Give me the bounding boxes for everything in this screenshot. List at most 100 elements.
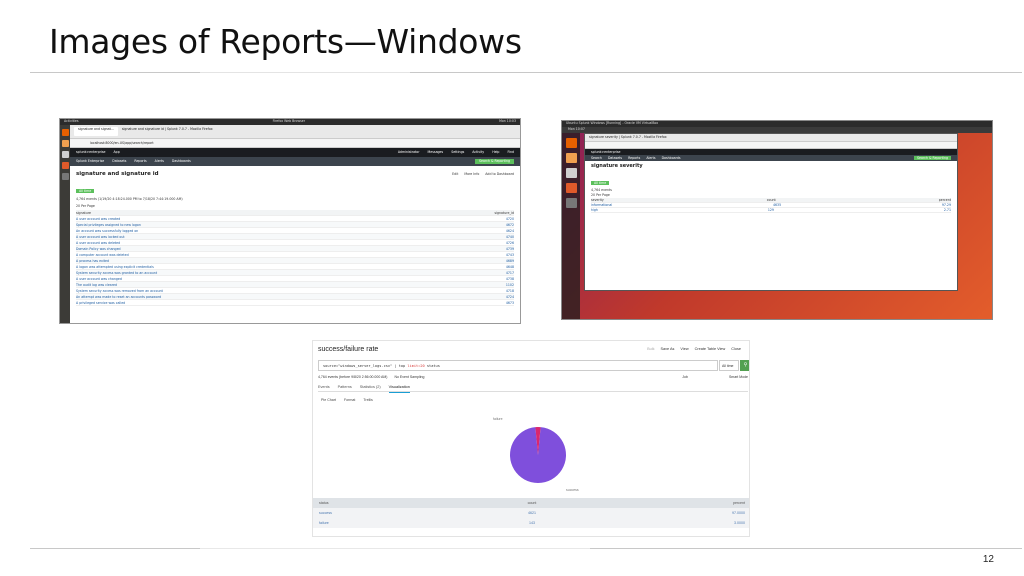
report-table-body: A user account was created 4720 Special pr… xyxy=(76,216,514,306)
column-header: count xyxy=(766,198,776,202)
table-cell: 4624 xyxy=(505,229,514,233)
browser-tab: signature and signat... xyxy=(74,127,118,136)
pie-label-success: success xyxy=(566,488,579,492)
search-query-field: status xyxy=(426,364,440,368)
app-menu-item: Search xyxy=(591,156,602,160)
table-cell: 4621 xyxy=(527,511,536,515)
search-query-keyword: limit=20 xyxy=(407,364,425,368)
app-menu-item: Datasets xyxy=(112,159,127,163)
firefox-icon xyxy=(61,129,69,136)
terminal-icon xyxy=(565,198,577,208)
table-cell: 3.0000 xyxy=(733,521,745,525)
pie-label-failure: failure xyxy=(493,417,503,421)
trellis-menu: Trellis xyxy=(363,398,373,402)
browser-tabbar: signature and signat... signature and si… xyxy=(70,125,520,139)
view-action: View xyxy=(680,347,689,351)
table-cell: A process has exited xyxy=(76,259,110,263)
splunk-settings: Settings xyxy=(451,150,465,154)
table-cell: 2.71 xyxy=(943,208,951,212)
table-cell: 143 xyxy=(528,521,535,525)
table-cell: 4648 xyxy=(505,265,514,269)
pie-chart: failure success xyxy=(493,417,579,492)
browser-window-title: signature and signature id | Splunk 7.0.… xyxy=(121,127,213,131)
table-cell: A logon was attempted using explicit cre… xyxy=(76,265,154,269)
footer-divider-accent xyxy=(200,548,590,549)
edit-action: Bulk xyxy=(647,347,655,351)
table-cell: 4743 xyxy=(505,253,514,257)
table-cell: Special privileges assigned to new logon xyxy=(76,223,141,227)
column-header: severity xyxy=(591,198,604,202)
os-clock: Mon 10:07 xyxy=(568,127,585,131)
os-launcher xyxy=(60,125,70,323)
app-menu-item: Alerts xyxy=(154,159,164,163)
per-page: 20 Per Page xyxy=(591,193,610,197)
splunk-help: Help xyxy=(492,150,500,154)
all-time-button: All time xyxy=(591,181,610,185)
table-cell: 4673 xyxy=(505,301,514,305)
app-menu-item: Splunk Enterprise xyxy=(76,159,105,163)
screenshot-success-failure: success/failure rate Bulk Save As View C… xyxy=(312,340,750,537)
table-cell: 4724 xyxy=(505,295,514,299)
save-as-action: Save As xyxy=(660,347,675,351)
splunk-nav: splunk>enterprise App Administrator Mess… xyxy=(70,148,520,157)
events-status: 4,764 events (before 9/8/20 2:56:00.000 … xyxy=(318,375,748,379)
events-line: 4,764 events xyxy=(591,188,612,192)
splunk-activity: Activity xyxy=(472,150,485,154)
table-cell: 1102 xyxy=(505,283,514,287)
browser-url: localhost:8000/en-US/app/search/report xyxy=(70,139,520,148)
search-query-text: source="windows_server_logs.csv" | top xyxy=(323,364,406,368)
search-go-icon: ⚲ xyxy=(740,360,749,371)
table-cell: 4740 xyxy=(505,235,514,239)
software-icon xyxy=(565,183,577,193)
search-reporting-badge: Search & Reporting xyxy=(914,156,951,160)
title-divider-accent xyxy=(200,72,410,73)
table-cell: high xyxy=(591,208,598,212)
table-cell: The audit log was cleared xyxy=(76,283,117,287)
table-cell: A privileged service was called xyxy=(76,301,126,305)
table-cell: Domain Policy was changed xyxy=(76,247,121,251)
tab-statistics: Statistics (2) xyxy=(359,385,381,389)
report-title: signature severity xyxy=(591,163,643,169)
table-row: A privileged service was called 4673 xyxy=(76,300,514,306)
edit-menu: Edit xyxy=(452,172,459,176)
column-header: percent xyxy=(938,198,951,202)
create-table-view-action: Create Table View xyxy=(694,347,726,351)
table-cell: 4739 xyxy=(505,247,514,251)
column-header: status xyxy=(319,501,329,505)
table-cell: System security access was removed from … xyxy=(76,289,163,293)
files-icon xyxy=(61,140,69,147)
table-cell: A user account was deleted xyxy=(76,241,121,245)
report-title: success/failure rate xyxy=(318,346,379,353)
all-time-button: All time xyxy=(76,189,95,193)
table-cell: 97.0000 xyxy=(731,511,745,515)
table-cell: informational xyxy=(591,203,613,207)
events-line: 4,764 events (1/19/20 4:18:24.000 PM to … xyxy=(76,197,183,201)
app-menu-item: Datasets xyxy=(607,156,623,160)
table-cell: A user account was changed xyxy=(76,277,122,281)
tab-patterns: Patterns xyxy=(337,385,352,389)
column-header: count xyxy=(527,501,537,505)
app-menu-item: Alerts xyxy=(646,156,656,160)
browser-url xyxy=(585,142,957,149)
terminal-icon xyxy=(61,173,69,180)
more-info-menu: More Info xyxy=(464,172,480,176)
stats-table: status count percent success 4621 97.000… xyxy=(313,498,749,528)
splunk-find: Find xyxy=(507,150,514,154)
viz-toolbar: Pie Chart Format Trellis xyxy=(321,398,373,402)
table-cell: A computer account was deleted xyxy=(76,253,129,257)
table-cell: A user account was created xyxy=(76,217,121,221)
close-action: Close xyxy=(731,347,741,351)
column-header: percent xyxy=(732,501,745,505)
add-dashboard-button: Add to Dashboard xyxy=(485,172,514,176)
table-row: failure 143 3.0000 xyxy=(313,518,749,528)
files-icon xyxy=(565,153,577,163)
pie-chart-picker: Pie Chart xyxy=(321,398,336,402)
tab-visualization: Visualization xyxy=(388,385,410,393)
table-cell: 4717 xyxy=(505,271,514,275)
table-cell: 4718 xyxy=(505,289,514,293)
per-page: 20 Per Page xyxy=(76,204,95,208)
table-row: success 4621 97.0000 xyxy=(313,508,749,518)
search-query: source="windows_server_logs.csv" | top l… xyxy=(318,360,718,371)
search-tabs: Events Patterns Statistics (2) Visualiza… xyxy=(318,383,748,393)
app-menu-item: Reports xyxy=(628,156,641,160)
